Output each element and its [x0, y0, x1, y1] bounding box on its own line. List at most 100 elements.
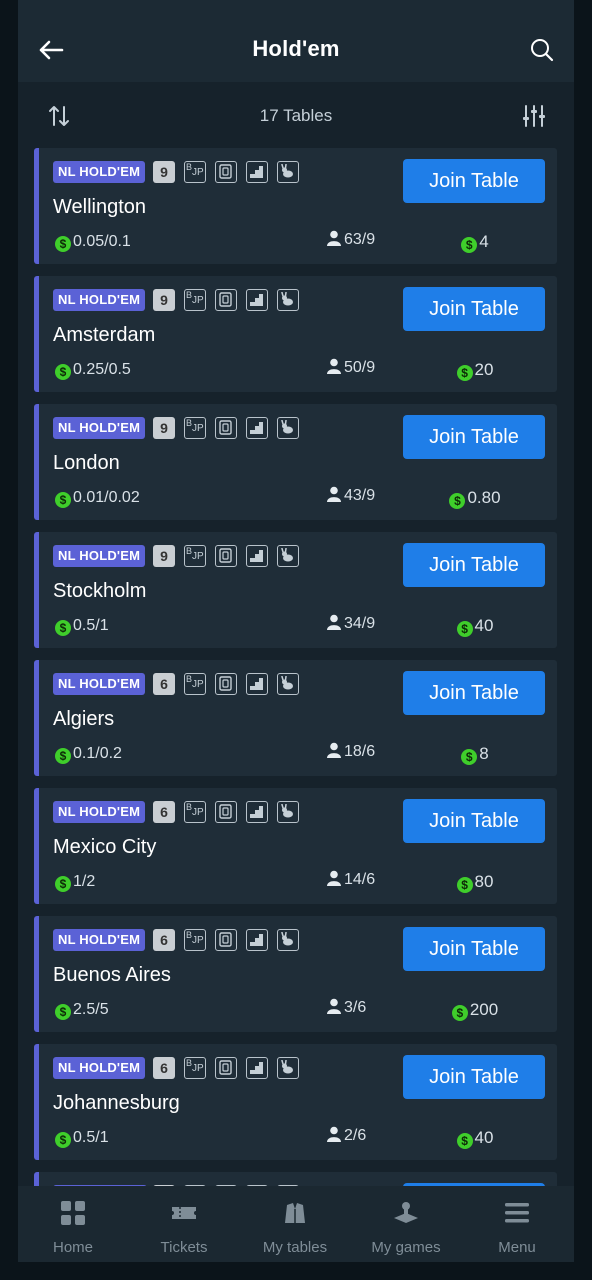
- table-card[interactable]: NL HOLD'EM 9 B JP London $0.01/0.02 43/9 $0.80 J…: [34, 404, 557, 520]
- cards-icon: [219, 292, 232, 307]
- filter-button[interactable]: [522, 104, 546, 128]
- bad-beat-jackpot-icon: B JP: [184, 929, 206, 951]
- seat-count-badge: 6: [153, 673, 175, 695]
- players: 50/9: [327, 358, 375, 378]
- rabbit-feature: [277, 161, 299, 183]
- coin-icon: $: [55, 876, 71, 892]
- players-icon: [327, 486, 341, 502]
- players: 43/9: [327, 486, 375, 506]
- seat-count-badge: 6: [153, 1057, 175, 1079]
- table-card[interactable]: NL HOLD'EM 9 B JP Stockholm $0.5/1 34/9 $40 Join…: [34, 532, 557, 648]
- game-type-badge: NL HOLD'EM: [53, 545, 146, 567]
- stairs-icon: [250, 166, 263, 178]
- coin-icon: $: [449, 493, 466, 509]
- game-type-badge: NL HOLD'EM: [53, 673, 146, 695]
- join-table-button[interactable]: Join Table: [403, 159, 545, 203]
- cards-feature: [215, 417, 237, 439]
- buyin-value: 20: [474, 360, 494, 379]
- my-tables-icon: [285, 1203, 305, 1223]
- coin-icon: $: [55, 236, 71, 252]
- buyin: $80: [431, 872, 519, 893]
- stairs-icon: [250, 294, 263, 306]
- coin-icon: $: [456, 621, 473, 637]
- cards-feature: [215, 161, 237, 183]
- app-screen: Hold'em 17 Tables NL HOLD'EM 9 B JP Welling: [18, 0, 574, 1262]
- seat-count-badge: 9: [153, 545, 175, 567]
- table-list[interactable]: NL HOLD'EM 9 B JP Wellington $0.05/0.1 63/9 $4 J…: [34, 148, 558, 1186]
- stairs-feature: [246, 417, 268, 439]
- rabbit-feature: [277, 1057, 299, 1079]
- stairs-icon: [250, 1062, 263, 1074]
- cards-icon: [219, 676, 232, 691]
- table-name: London: [53, 452, 120, 474]
- table-card[interactable]: NL HOLD'EM 6 B JP Johannesburg $0.5/1 2/6 $40 Jo…: [34, 1044, 557, 1160]
- bottom-tab-bar: Home Tickets My tables My games Menu: [18, 1186, 574, 1262]
- join-table-button[interactable]: Join Table: [403, 543, 545, 587]
- table-card[interactable]: NL HOLD'EM 6 B JP Mexico City $1/2 14/6 $80 Join…: [34, 788, 557, 904]
- cards-feature: [215, 929, 237, 951]
- buyin: $20: [431, 360, 519, 381]
- join-table-button[interactable]: Join Table: [403, 287, 545, 331]
- stakes-value: 0.5/1: [73, 617, 109, 634]
- join-table-button[interactable]: Join Table: [403, 1055, 545, 1099]
- table-name: Mexico City: [53, 836, 157, 858]
- top-header: Hold'em: [18, 0, 574, 82]
- stakes: $0.5/1: [55, 1128, 109, 1148]
- stairs-icon: [250, 550, 263, 562]
- table-name: Buenos Aires: [53, 964, 171, 986]
- seat-count-badge: 6: [153, 801, 175, 823]
- stakes: $1/2: [55, 872, 95, 892]
- players: 18/6: [327, 742, 375, 762]
- table-card[interactable]: NL HOLD'EM 9 B JP Wellington $0.05/0.1 63/9 $4 J…: [34, 148, 557, 264]
- join-table-button[interactable]: Join Table: [403, 415, 545, 459]
- bad-beat-jackpot-icon: B JP: [184, 1057, 206, 1079]
- players-icon: [327, 358, 341, 374]
- stairs-icon: [250, 678, 263, 690]
- buyin: $200: [431, 1000, 519, 1021]
- tab-tickets-label: Tickets: [160, 1239, 208, 1256]
- cards-icon: [219, 932, 232, 947]
- players-icon: [327, 614, 341, 630]
- players-value: 18/6: [344, 743, 376, 760]
- buyin-value: 8: [479, 744, 489, 763]
- rabbit-hunt-icon: [281, 932, 293, 946]
- players-value: 63/9: [344, 231, 376, 248]
- buyin: $40: [431, 1128, 519, 1149]
- buyin-value: 40: [474, 1128, 494, 1147]
- tab-my-tables[interactable]: My tables: [240, 1186, 350, 1262]
- join-table-button[interactable]: Join Table: [403, 799, 545, 843]
- tab-tickets[interactable]: Tickets: [129, 1186, 239, 1262]
- table-card[interactable]: NL HOLD'EM 6 B JP Buenos Aires $2.5/5 3/6 $200 J…: [34, 916, 557, 1032]
- join-table-button[interactable]: Join Table: [403, 927, 545, 971]
- stakes: $2.5/5: [55, 1000, 109, 1020]
- stakes: $0.5/1: [55, 616, 109, 636]
- table-card[interactable]: NL HOLD'EM 9 B JP Amsterdam $0.25/0.5 50/9 $20 J…: [34, 276, 557, 392]
- tab-my-games[interactable]: My games: [351, 1186, 461, 1262]
- rabbit-feature: [277, 929, 299, 951]
- tab-menu[interactable]: Menu: [462, 1186, 572, 1262]
- stairs-feature: [246, 801, 268, 823]
- stairs-feature: [246, 161, 268, 183]
- search-button[interactable]: [530, 38, 554, 62]
- cards-icon: [219, 164, 232, 179]
- bad-beat-jackpot-icon: B JP: [184, 673, 206, 695]
- join-table-button[interactable]: Join Table: [403, 671, 545, 715]
- filter-sliders-icon: [523, 105, 545, 127]
- buyin-value: 200: [469, 1000, 499, 1019]
- stakes-value: 0.5/1: [73, 1129, 109, 1146]
- cards-icon: [219, 1060, 232, 1075]
- stakes-value: 0.01/0.02: [73, 489, 140, 506]
- rabbit-hunt-icon: [281, 804, 293, 818]
- rabbit-hunt-icon: [281, 548, 293, 562]
- buyin-value: 80: [474, 872, 494, 891]
- stakes: $0.25/0.5: [55, 360, 131, 380]
- table-card[interactable]: NL HOLD'EM 6 B JP Algiers $0.1/0.2 18/6 $8 Join …: [34, 660, 557, 776]
- tab-home[interactable]: Home: [18, 1186, 128, 1262]
- table-card-partial[interactable]: [34, 1172, 557, 1186]
- table-name: Stockholm: [53, 580, 147, 602]
- seat-count-badge: 9: [153, 289, 175, 311]
- game-type-badge: NL HOLD'EM: [53, 801, 146, 823]
- coin-icon: $: [55, 1132, 71, 1148]
- coin-icon: $: [456, 877, 473, 893]
- cards-feature: [215, 545, 237, 567]
